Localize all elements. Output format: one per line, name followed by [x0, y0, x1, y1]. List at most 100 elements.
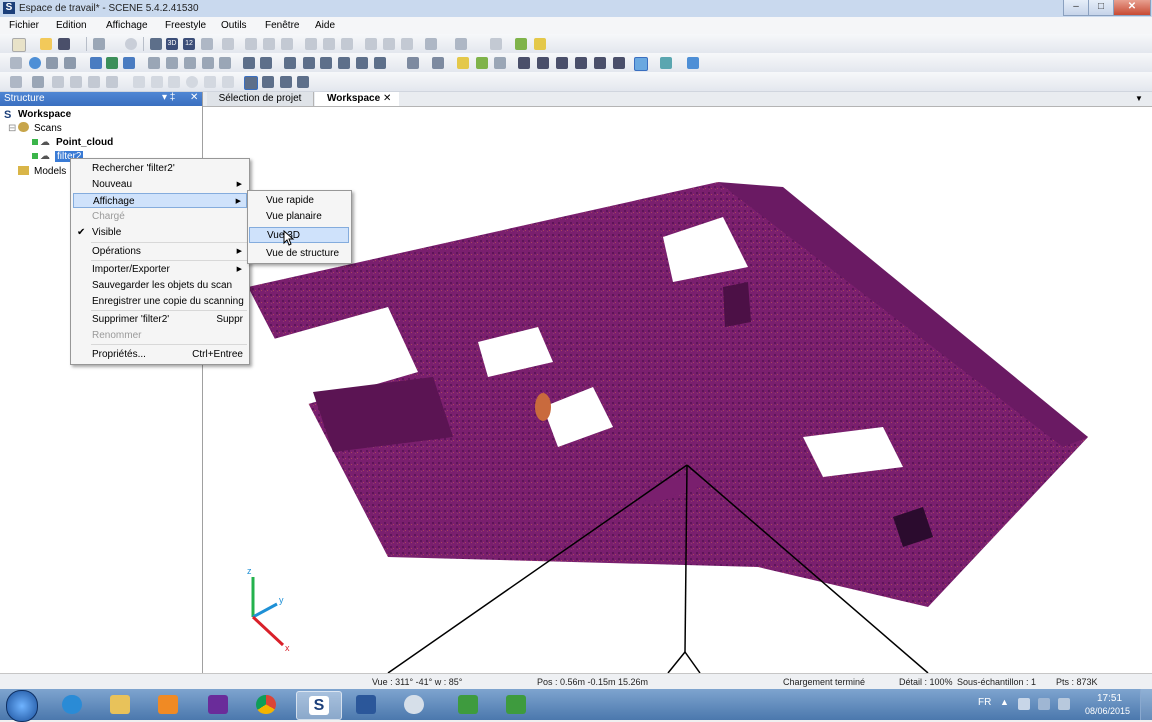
menu-outils[interactable]: Outils: [221, 20, 247, 31]
tool-l-icon[interactable]: [52, 76, 64, 88]
poly-icon[interactable]: [168, 76, 180, 88]
clip-c-icon[interactable]: [320, 57, 332, 69]
cube-blue-icon[interactable]: [90, 57, 102, 69]
taskbar-media[interactable]: [146, 691, 190, 718]
ctx-nouveau[interactable]: Nouveau ▶: [73, 177, 247, 192]
pin-icon[interactable]: ▾ ‡: [162, 92, 175, 103]
tool-m-icon[interactable]: [70, 76, 82, 88]
taskbar-scene[interactable]: S: [296, 691, 342, 720]
tool-i-icon[interactable]: [401, 38, 413, 50]
tree-scans[interactable]: Scans: [34, 123, 62, 134]
menu-aide[interactable]: Aide: [315, 20, 335, 31]
taskbar-camtasia-studio[interactable]: [494, 691, 538, 718]
dots-f-icon[interactable]: [613, 57, 625, 69]
dots-e-icon[interactable]: [594, 57, 606, 69]
dots-a-icon[interactable]: [518, 57, 530, 69]
tray-chevron-icon[interactable]: ▲: [1000, 697, 1009, 707]
shape2-icon[interactable]: [222, 76, 234, 88]
ctx-visible[interactable]: ✔ Visible: [73, 225, 247, 240]
sub-vue-rapide[interactable]: Vue rapide: [249, 193, 349, 209]
tool-k-icon[interactable]: [32, 76, 44, 88]
taskbar-chrome[interactable]: [244, 691, 288, 718]
box-e-icon[interactable]: [219, 57, 231, 69]
window-b-icon[interactable]: [262, 76, 274, 88]
tray-app-icon[interactable]: [1018, 698, 1030, 710]
taskbar-explorer[interactable]: [98, 691, 142, 718]
panel-close-icon[interactable]: ✕: [190, 92, 198, 103]
tool-j-icon[interactable]: [490, 38, 502, 50]
cube-blue2-icon[interactable]: [123, 57, 135, 69]
ctx-proprietes[interactable]: Propriétés... Ctrl+Entree: [73, 347, 247, 362]
tool-green-icon[interactable]: [515, 38, 527, 50]
select-active-icon[interactable]: [634, 57, 648, 71]
link-icon[interactable]: [64, 57, 76, 69]
layout-icon[interactable]: [432, 57, 444, 69]
cube-green-icon[interactable]: [106, 57, 118, 69]
tool-b-icon[interactable]: [263, 38, 275, 50]
taskbar-word[interactable]: [344, 691, 388, 718]
save-icon[interactable]: [58, 38, 70, 50]
cloud-icon[interactable]: [660, 57, 672, 69]
ctx-affichage[interactable]: Affichage ▶: [73, 193, 247, 208]
window-d-icon[interactable]: [297, 76, 309, 88]
open-folder-icon[interactable]: [40, 38, 52, 50]
view-3d-icon[interactable]: 3D: [166, 38, 178, 50]
layers-icon[interactable]: [455, 38, 467, 50]
tab-list-icon[interactable]: ▼: [1135, 92, 1147, 106]
dots-b-icon[interactable]: [537, 57, 549, 69]
box-d-icon[interactable]: [202, 57, 214, 69]
tool-h-icon[interactable]: [383, 38, 395, 50]
sub-vue-3d[interactable]: Vue 3D: [249, 227, 349, 243]
line-icon[interactable]: [151, 76, 163, 88]
wand-icon[interactable]: [494, 57, 506, 69]
ctx-enregistrer-copie[interactable]: Enregistrer une copie du scanning: [73, 294, 247, 309]
circle-icon[interactable]: [186, 76, 198, 88]
dots-c-icon[interactable]: [556, 57, 568, 69]
tool-f-icon[interactable]: [341, 38, 353, 50]
tab-close-icon[interactable]: ✕: [383, 92, 395, 106]
tool-n-icon[interactable]: [88, 76, 100, 88]
tray-monitor-icon[interactable]: [1038, 698, 1050, 710]
camera-icon[interactable]: [425, 38, 437, 50]
tool-yellow-icon[interactable]: [534, 38, 546, 50]
close-button[interactable]: ✕: [1113, 0, 1151, 16]
tool-d-icon[interactable]: [305, 38, 317, 50]
grid-icon[interactable]: [222, 38, 234, 50]
globe-icon[interactable]: [29, 57, 41, 69]
view-12-icon[interactable]: 12: [183, 38, 195, 50]
tree-point-cloud[interactable]: Point_cloud: [56, 137, 113, 148]
clip-f-icon[interactable]: [374, 57, 386, 69]
ctx-sauvegarder[interactable]: Sauvegarder les objets du scan: [73, 278, 247, 293]
box-c-icon[interactable]: [184, 57, 196, 69]
tab-selection-projet[interactable]: Sélection de projet: [207, 92, 314, 106]
window-a-icon[interactable]: [244, 76, 258, 90]
ctx-importer-exporter[interactable]: Importer/Exporter ▶: [73, 262, 247, 277]
clock-date[interactable]: 08/06/2015: [1085, 706, 1130, 716]
clip-d-icon[interactable]: [338, 57, 350, 69]
ctx-operations[interactable]: Opérations ▶: [73, 244, 247, 259]
window-c-icon[interactable]: [280, 76, 292, 88]
grid-view-icon[interactable]: [407, 57, 419, 69]
language-indicator[interactable]: FR: [978, 697, 991, 708]
menu-edition[interactable]: Edition: [56, 20, 87, 31]
sub-vue-structure[interactable]: Vue de structure: [249, 246, 349, 262]
minimize-button[interactable]: –: [1063, 0, 1089, 16]
rect-icon[interactable]: [133, 76, 145, 88]
clock-time[interactable]: 17:51: [1097, 693, 1122, 704]
measure-icon[interactable]: [46, 57, 58, 69]
orbit-icon[interactable]: [260, 57, 272, 69]
flag-icon[interactable]: [457, 57, 469, 69]
dots-d-icon[interactable]: [575, 57, 587, 69]
home-icon[interactable]: [201, 38, 213, 50]
shape-icon[interactable]: [204, 76, 216, 88]
menu-fichier[interactable]: Fichier: [9, 20, 39, 31]
tool-c-icon[interactable]: [281, 38, 293, 50]
maximize-button[interactable]: □: [1088, 0, 1114, 16]
tree-expander[interactable]: ⊟: [8, 123, 16, 134]
menu-fenetre[interactable]: Fenêtre: [265, 20, 299, 31]
taskbar-camtasia-recorder[interactable]: [446, 691, 490, 718]
new-icon[interactable]: [12, 38, 26, 52]
check-icon[interactable]: [476, 57, 488, 69]
clip-e-icon[interactable]: [356, 57, 368, 69]
view-icon[interactable]: [687, 57, 699, 69]
